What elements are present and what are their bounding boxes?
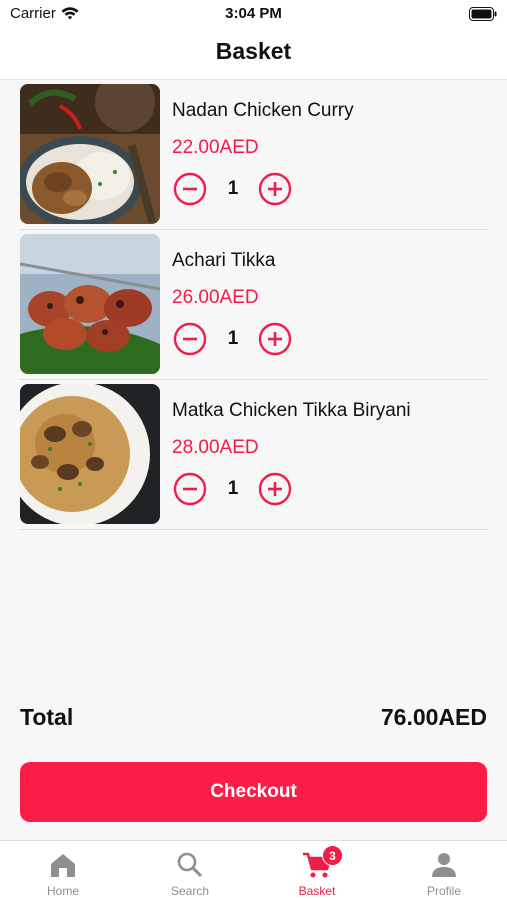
quantity-stepper: 1 (172, 472, 302, 508)
page-title: Basket (215, 38, 292, 64)
item-price: 22.00AED (172, 137, 259, 158)
tab-label: Profile (426, 884, 461, 898)
tab-search[interactable]: Search (127, 841, 253, 900)
total-label: Total (20, 704, 74, 730)
decrease-quantity-icon[interactable] (173, 322, 207, 356)
item-price: 26.00AED (172, 287, 259, 308)
quantity-value: 1 (227, 478, 239, 499)
tab-home[interactable]: Home (0, 841, 126, 900)
item-name: Achari Tikka (172, 250, 276, 271)
basket-item: Nadan Chicken Curry 22.00AED 1 (20, 80, 487, 230)
total-row: Total 76.00AED (20, 704, 487, 736)
item-name: Nadan Chicken Curry (172, 100, 354, 121)
tab-label: Search (170, 884, 210, 898)
battery-icon (469, 7, 497, 21)
decrease-quantity-icon[interactable] (173, 472, 207, 506)
total-amount: 76.00AED (380, 704, 487, 730)
tab-label: Home (46, 884, 79, 898)
quantity-stepper: 1 (172, 172, 302, 208)
tab-bar: Home Search 3 Basket Profile (0, 840, 507, 900)
item-price: 28.00AED (172, 437, 259, 458)
item-name: Matka Chicken Tikka Biryani (172, 400, 411, 421)
increase-quantity-icon[interactable] (258, 472, 292, 506)
basket-item: Matka Chicken Tikka Biryani 28.00AED 1 (20, 380, 487, 530)
basket-item: Achari Tikka 26.00AED 1 (20, 230, 487, 380)
quantity-value: 1 (227, 178, 239, 199)
quantity-stepper: 1 (172, 322, 302, 358)
clock: 3:04 PM (225, 5, 282, 22)
achari-tikka-image (20, 234, 160, 374)
decrease-quantity-icon[interactable] (173, 172, 207, 206)
cart-count-badge: 3 (322, 845, 343, 866)
home-icon (51, 854, 75, 877)
tab-label: Basket (298, 884, 336, 898)
navigation-bar: Basket (0, 28, 507, 80)
basket-list: Nadan Chicken Curry 22.00AED 1 Achari Ti… (20, 80, 487, 530)
quantity-value: 1 (227, 328, 239, 349)
search-icon (177, 852, 203, 878)
status-bar: Carrier 3:04 PM (0, 0, 507, 28)
person-icon (432, 853, 456, 877)
tab-profile[interactable]: Profile (381, 841, 507, 900)
tab-basket[interactable]: 3 Basket (254, 841, 380, 900)
chicken-curry-image (20, 84, 160, 224)
biryani-image (20, 384, 160, 524)
increase-quantity-icon[interactable] (258, 172, 292, 206)
increase-quantity-icon[interactable] (258, 322, 292, 356)
checkout-button[interactable]: Checkout (20, 762, 487, 822)
